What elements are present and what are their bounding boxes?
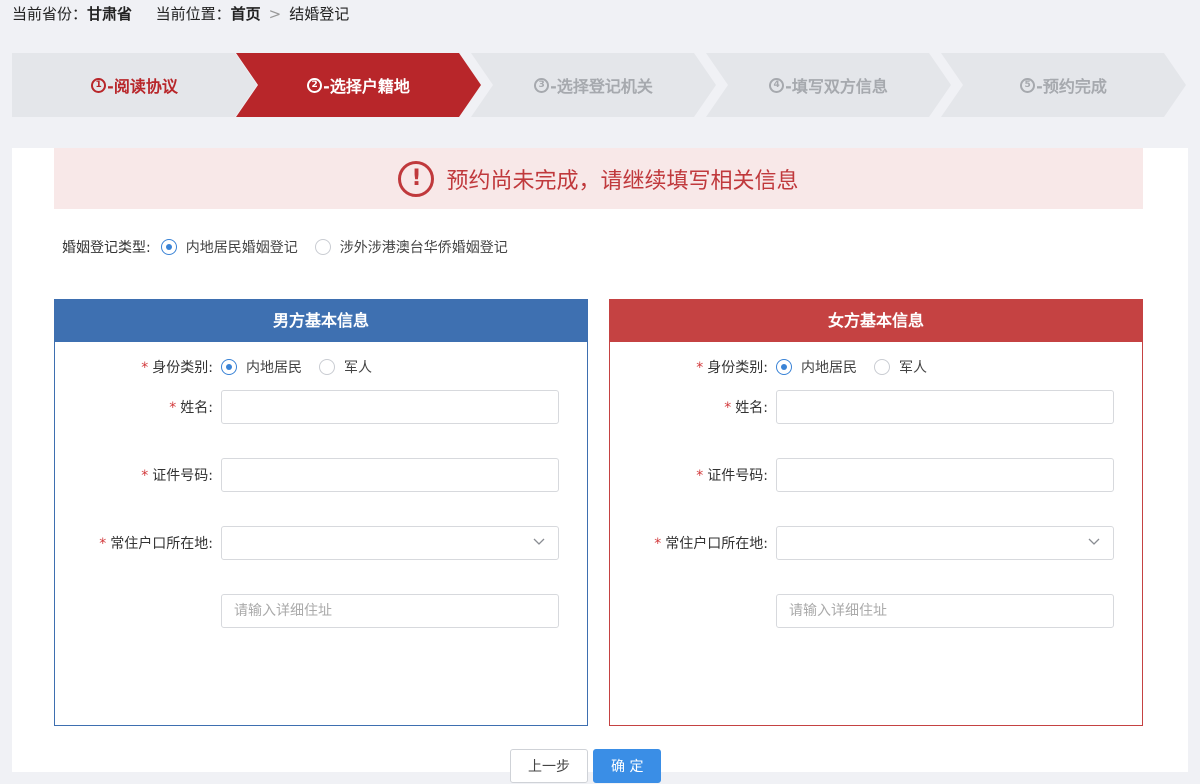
step-progress: 1 -阅读协议 2 -选择户籍地 3 -选择登记机关 4 -填写双方信息 5 -预约完成: [12, 53, 1188, 117]
step-1-label: -阅读协议: [107, 77, 178, 96]
step-4-number: 4: [769, 77, 785, 93]
required-asterisk: *: [141, 360, 149, 376]
step-5: 5 -预约完成: [941, 53, 1186, 117]
female-name-row: * 姓名:: [610, 390, 1114, 424]
breadcrumb-home[interactable]: 首页: [231, 5, 261, 23]
radio-unchecked-icon[interactable]: [319, 359, 335, 375]
male-info-card: 男方基本信息 * 身份类别: 内地居民 军人 * 姓名: * 证件号码: * 常住户口所…: [54, 299, 588, 726]
step-3-number: 3: [534, 77, 550, 93]
step-2-label: -选择户籍地: [323, 77, 410, 96]
required-asterisk: *: [696, 468, 704, 484]
female-card-title: 女方基本信息: [610, 300, 1142, 342]
male-name-input[interactable]: [221, 390, 559, 424]
breadcrumb-separator: >: [268, 5, 282, 23]
male-identity-option-resident[interactable]: 内地居民: [221, 357, 302, 377]
required-asterisk: *: [99, 536, 107, 552]
male-hukou-select[interactable]: [221, 526, 559, 560]
alert-text: 预约尚未完成，请继续填写相关信息: [446, 168, 799, 194]
male-address-row: 请输入详细住址: [55, 594, 559, 628]
required-asterisk: *: [724, 400, 732, 416]
province-value: 甘肃省: [87, 5, 133, 23]
male-id-row: * 证件号码:: [55, 458, 559, 492]
option-label: 军人: [899, 360, 927, 376]
male-name-row: * 姓名:: [55, 390, 559, 424]
province-label: 当前省份：: [12, 5, 88, 23]
female-hukou-label: 常住户口所在地:: [665, 536, 768, 552]
female-name-label: 姓名:: [735, 400, 768, 416]
breadcrumb-current: 结婚登记: [289, 5, 350, 23]
step-2: 2 -选择户籍地: [236, 53, 481, 117]
male-id-input[interactable]: [221, 458, 559, 492]
step-2-number: 2: [307, 77, 323, 93]
chevron-down-icon[interactable]: [532, 534, 546, 548]
radio-unchecked-icon[interactable]: [314, 239, 331, 255]
male-hukou-row: * 常住户口所在地:: [55, 526, 559, 560]
required-asterisk: *: [654, 536, 662, 552]
marriage-type-option-mainland[interactable]: 内地居民婚姻登记: [160, 237, 298, 257]
option-label: 内地居民: [801, 360, 857, 376]
female-address-input[interactable]: 请输入详细住址: [776, 594, 1114, 628]
location-label: 当前位置：: [155, 5, 231, 23]
male-id-label: 证件号码:: [152, 468, 213, 484]
marriage-type-label: 婚姻登记类型:: [62, 240, 151, 256]
incomplete-alert: ! 预约尚未完成，请继续填写相关信息: [54, 148, 1143, 209]
step-4-label: -填写双方信息: [785, 77, 888, 96]
male-identity-row: * 身份类别: 内地居民 军人: [55, 356, 389, 378]
female-identity-row: * 身份类别: 内地居民 军人: [610, 356, 944, 378]
male-name-label: 姓名:: [180, 400, 213, 416]
female-info-card: 女方基本信息 * 身份类别: 内地居民 军人 * 姓名: * 证件号码: * 常住户口所…: [609, 299, 1143, 726]
radio-checked-icon[interactable]: [160, 239, 177, 255]
form-panel: ! 预约尚未完成，请继续填写相关信息 婚姻登记类型: 内地居民婚姻登记 涉外涉港…: [12, 148, 1188, 783]
step-3: 3 -选择登记机关: [471, 53, 716, 117]
action-buttons: 上一步 确 定: [510, 749, 666, 783]
step-1-number: 1: [91, 77, 107, 93]
male-identity-option-military[interactable]: 军人: [319, 357, 372, 377]
step-5-number: 5: [1020, 77, 1036, 93]
breadcrumb: 当前省份：甘肃省 当前位置：首页 > 结婚登记: [12, 4, 349, 24]
marriage-type-row: 婚姻登记类型: 内地居民婚姻登记 涉外涉港澳台华侨婚姻登记: [62, 236, 525, 258]
female-identity-option-resident[interactable]: 内地居民: [776, 357, 857, 377]
marriage-type-option-foreign[interactable]: 涉外涉港澳台华侨婚姻登记: [314, 237, 508, 257]
male-address-input[interactable]: 请输入详细住址: [221, 594, 559, 628]
required-asterisk: *: [696, 360, 704, 376]
radio-checked-icon[interactable]: [221, 359, 237, 375]
radio-unchecked-icon[interactable]: [874, 359, 890, 375]
radio-checked-icon[interactable]: [776, 359, 792, 375]
female-address-row: 请输入详细住址: [610, 594, 1114, 628]
confirm-button[interactable]: 确 定: [593, 749, 662, 783]
required-asterisk: *: [141, 468, 149, 484]
female-name-input[interactable]: [776, 390, 1114, 424]
female-hukou-row: * 常住户口所在地:: [610, 526, 1114, 560]
option-label: 涉外涉港澳台华侨婚姻登记: [339, 240, 508, 256]
step-3-label: -选择登记机关: [550, 77, 653, 96]
female-id-label: 证件号码:: [707, 468, 768, 484]
option-label: 内地居民: [246, 360, 302, 376]
step-5-label: -预约完成: [1036, 77, 1107, 96]
male-hukou-label: 常住户口所在地:: [110, 536, 213, 552]
step-1: 1 -阅读协议: [12, 53, 257, 117]
female-identity-option-military[interactable]: 军人: [874, 357, 927, 377]
step-4: 4 -填写双方信息: [706, 53, 951, 117]
option-label: 军人: [344, 360, 372, 376]
male-identity-label: 身份类别:: [152, 360, 213, 376]
exclamation-icon: !: [398, 160, 435, 197]
prev-step-button[interactable]: 上一步: [510, 749, 588, 783]
female-id-input[interactable]: [776, 458, 1114, 492]
male-card-title: 男方基本信息: [55, 300, 587, 342]
chevron-down-icon[interactable]: [1087, 534, 1101, 548]
option-label: 内地居民婚姻登记: [185, 240, 298, 256]
female-hukou-select[interactable]: [776, 526, 1114, 560]
female-id-row: * 证件号码:: [610, 458, 1114, 492]
required-asterisk: *: [169, 400, 177, 416]
female-identity-label: 身份类别:: [707, 360, 768, 376]
